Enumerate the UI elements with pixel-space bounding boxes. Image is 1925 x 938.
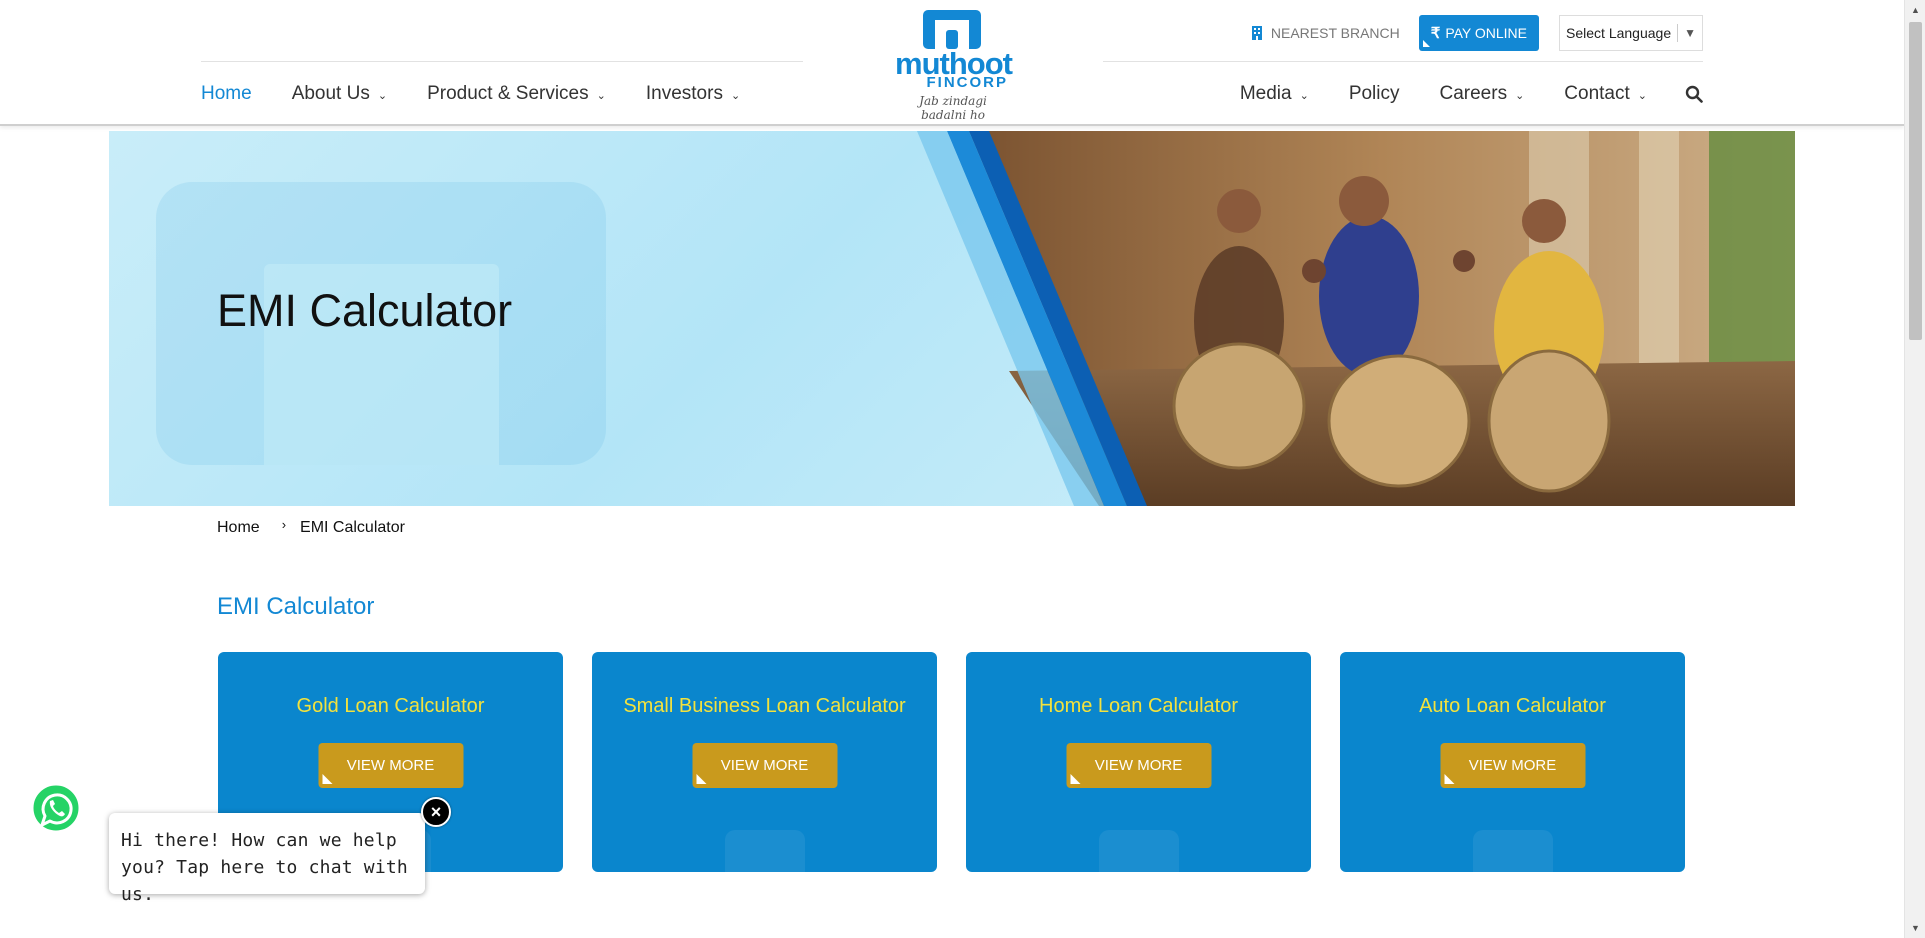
nav-policy-label: Policy	[1348, 83, 1400, 104]
primary-nav-right: Media ⌄ Policy Careers ⌄ Contact ⌄	[1200, 83, 1703, 105]
hero-banner: EMI Calculator	[109, 131, 1795, 506]
breadcrumb: Home › EMI Calculator	[217, 516, 405, 537]
nav-contact-label: Contact	[1564, 83, 1630, 104]
button-corner-icon	[1444, 774, 1454, 784]
brand-logo[interactable]: muthoot FINCORP Jab zindagi badalni ho	[895, 8, 1013, 122]
dropdown-arrow-icon: ▼	[1684, 26, 1696, 40]
card-title: Gold Loan Calculator	[296, 695, 485, 717]
view-more-label: VIEW MORE	[346, 757, 435, 774]
card-title: Home Loan Calculator	[1039, 695, 1238, 717]
search-icon[interactable]	[1685, 85, 1703, 103]
button-corner-icon	[696, 774, 706, 784]
rupee-icon: ₹	[1430, 25, 1441, 42]
pay-online-label: PAY ONLINE	[1445, 25, 1528, 41]
card-watermark	[1098, 830, 1179, 872]
logo-sub: FINCORP	[926, 74, 1008, 91]
chevron-right-icon: ›	[281, 516, 287, 532]
scroll-down-icon[interactable]: ▼	[1905, 918, 1925, 938]
vertical-scrollbar[interactable]: ▲ ▼	[1904, 0, 1925, 938]
view-more-button[interactable]: VIEW MORE	[1066, 743, 1211, 788]
card-auto-loan: Auto Loan Calculator VIEW MORE	[1340, 652, 1685, 872]
button-corner-icon	[1422, 40, 1430, 47]
chat-prompt-bubble[interactable]: Hi there! How can we help you? Tap here …	[109, 813, 425, 905]
scroll-up-icon[interactable]: ▲	[1905, 0, 1925, 20]
card-small-business-loan: Small Business Loan Calculator VIEW MORE	[592, 652, 937, 872]
nearest-branch-link[interactable]: NEAREST BRANCH	[1251, 25, 1400, 41]
whatsapp-icon[interactable]	[28, 781, 84, 837]
card-title: Auto Loan Calculator	[1419, 695, 1606, 717]
button-corner-icon	[322, 774, 332, 784]
card-watermark	[1472, 830, 1553, 872]
chevron-down-icon: ⌄	[1515, 90, 1525, 102]
breadcrumb-current: EMI Calculator	[300, 519, 405, 536]
chevron-down-icon: ⌄	[730, 90, 741, 102]
close-icon[interactable]: ×	[421, 797, 451, 827]
card-home-loan: Home Loan Calculator VIEW MORE	[966, 652, 1311, 872]
page-title: EMI Calculator	[217, 593, 375, 620]
nav-media-label: Media	[1239, 83, 1292, 104]
header-divider-left	[201, 61, 803, 62]
nav-product-services[interactable]: Product & Services ⌄	[427, 83, 606, 105]
calculator-cards: Gold Loan Calculator VIEW MORE Small Bus…	[218, 652, 1685, 872]
header-utilities: NEAREST BRANCH ₹ PAY ONLINE Select Langu…	[1251, 15, 1703, 51]
button-corner-icon	[1070, 774, 1080, 784]
view-more-label: VIEW MORE	[1468, 757, 1557, 774]
nav-investors[interactable]: Investors ⌄	[646, 83, 740, 105]
nav-about-us-label: About Us	[291, 83, 370, 104]
building-icon	[1251, 26, 1262, 40]
chevron-down-icon: ⌄	[1299, 90, 1309, 102]
chevron-down-icon: ⌄	[377, 90, 388, 102]
view-more-button[interactable]: VIEW MORE	[1440, 743, 1585, 788]
scrollbar-thumb[interactable]	[1909, 22, 1922, 340]
language-select-separator	[1677, 24, 1679, 42]
language-select[interactable]: Select Language ▼	[1559, 15, 1703, 51]
site-header: muthoot FINCORP Jab zindagi badalni ho N…	[0, 0, 1904, 126]
nav-product-services-label: Product & Services	[427, 83, 589, 104]
nav-media[interactable]: Media ⌄	[1240, 83, 1309, 105]
view-more-label: VIEW MORE	[720, 757, 809, 774]
card-title: Small Business Loan Calculator	[623, 695, 906, 717]
nav-careers-label: Careers	[1439, 83, 1508, 104]
pay-online-button[interactable]: ₹ PAY ONLINE	[1418, 15, 1540, 51]
nav-home-label: Home	[201, 83, 252, 104]
primary-nav-left: Home About Us ⌄ Product & Services ⌄ Inves…	[201, 83, 780, 105]
view-more-button[interactable]: VIEW MORE	[692, 743, 837, 788]
header-divider-right	[1103, 61, 1703, 62]
view-more-label: VIEW MORE	[1094, 757, 1183, 774]
chevron-down-icon: ⌄	[1637, 90, 1647, 102]
card-watermark	[724, 830, 805, 872]
view-more-button[interactable]: VIEW MORE	[318, 743, 463, 788]
nav-contact[interactable]: Contact ⌄	[1564, 83, 1647, 105]
nav-about-us[interactable]: About Us ⌄	[292, 83, 387, 105]
chevron-down-icon: ⌄	[596, 90, 606, 102]
nav-careers[interactable]: Careers ⌄	[1440, 83, 1525, 105]
language-select-label: Select Language	[1566, 25, 1672, 41]
banner-title: EMI Calculator	[217, 285, 513, 336]
nav-policy[interactable]: Policy	[1349, 83, 1400, 105]
nav-home[interactable]: Home	[201, 83, 252, 105]
logo-tagline: Jab zindagi badalni ho	[919, 94, 987, 122]
nearest-branch-label: NEAREST BRANCH	[1270, 25, 1400, 41]
breadcrumb-home[interactable]: Home	[217, 519, 260, 537]
nav-investors-label: Investors	[645, 83, 723, 104]
